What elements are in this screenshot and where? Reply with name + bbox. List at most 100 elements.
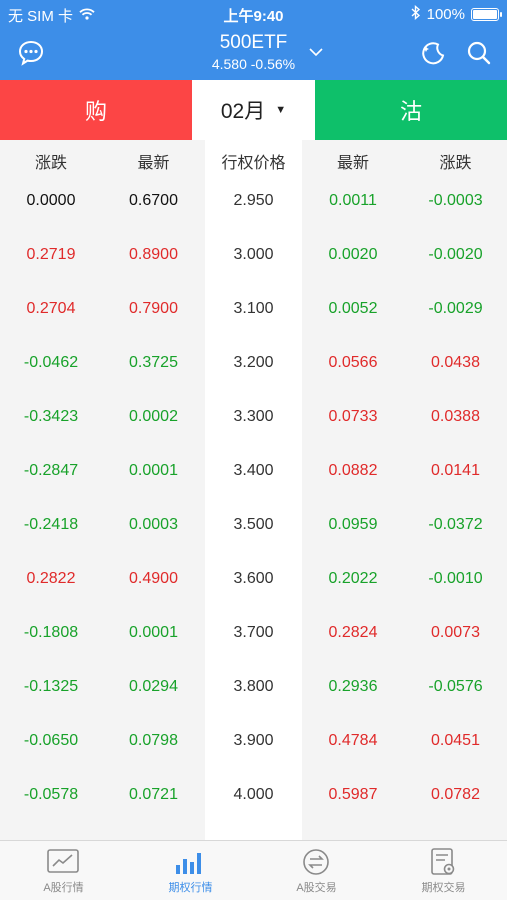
table-row[interactable]: -0.0650 0.0798 3.900 0.4784 0.0451: [0, 716, 507, 770]
call-change-cell: -0.0578: [23, 786, 79, 803]
table-row[interactable]: -0.3423 0.0002 3.300 0.0733 0.0388: [0, 392, 507, 446]
put-change-cell: -0.0029: [428, 300, 483, 317]
bar-chart-icon: [173, 847, 207, 877]
table-row[interactable]: -0.0462 0.3725 3.200 0.0566 0.0438: [0, 338, 507, 392]
strike-cell: 4.000: [233, 786, 274, 803]
put-last-cell: 0.0052: [328, 300, 378, 317]
call-last-cell: 0.7900: [129, 300, 178, 317]
table-row[interactable]: 0.0000 0.6700 2.950 0.0011 -0.0003: [0, 176, 507, 230]
call-last-cell: 0.6700: [129, 192, 178, 209]
tab-label: A股行情: [43, 882, 84, 894]
put-last-cell: 0.0959: [328, 516, 378, 533]
put-change-cell: -0.0003: [428, 192, 483, 209]
call-change-cell: -0.2418: [23, 516, 79, 533]
strike-cell: 3.000: [233, 246, 274, 263]
table-row[interactable]: -0.2847 0.0001 3.400 0.0882 0.0141: [0, 446, 507, 500]
put-change-cell: 0.0141: [431, 462, 480, 479]
strike-cell: 3.200: [233, 354, 274, 371]
strike-cell: 3.300: [233, 408, 274, 425]
strike-cell: 3.400: [233, 462, 274, 479]
header-strike: 行权价格: [221, 155, 286, 172]
put-last-cell: 0.4784: [328, 732, 378, 749]
month-selector[interactable]: 02月 ▼: [192, 80, 315, 140]
call-last-cell: 0.0294: [129, 678, 178, 695]
call-change-cell: -0.1808: [23, 624, 79, 641]
put-last-cell: 0.2022: [328, 570, 378, 587]
stock-chart-icon: [46, 847, 80, 877]
header-put-last: 最新: [336, 155, 369, 172]
header-call-change: 涨跌: [34, 155, 67, 172]
put-change-cell: -0.0372: [428, 516, 483, 533]
tab-option-trade[interactable]: 期权交易: [380, 841, 507, 900]
call-last-cell: 0.4900: [129, 570, 178, 587]
table-row[interactable]: -0.0578 0.0721 4.000 0.5987 0.0782: [0, 770, 507, 824]
put-last-cell: 0.2824: [328, 624, 378, 641]
call-change-cell: -0.0650: [23, 732, 79, 749]
table-row[interactable]: -0.2418 0.0003 3.500 0.0959 -0.0372: [0, 500, 507, 554]
header-call-last: 最新: [137, 155, 170, 172]
document-icon: [426, 847, 460, 877]
put-last-cell: 0.0733: [328, 408, 378, 425]
put-change-cell: 0.0438: [431, 354, 480, 371]
header-put-change: 涨跌: [439, 155, 472, 172]
call-last-cell: 0.0003: [129, 516, 178, 533]
table-row[interactable]: -0.1325 0.0294 3.800 0.2936 -0.0576: [0, 662, 507, 716]
table-row[interactable]: 0.2704 0.7900 3.100 0.0052 -0.0029: [0, 284, 507, 338]
chevron-down-icon[interactable]: [308, 44, 324, 62]
bottom-tab-bar: A股行情 期权行情 A股交易 期权交易: [0, 840, 507, 900]
tab-label: A股交易: [296, 882, 337, 894]
nav-title: 500ETF: [219, 32, 288, 53]
strike-cell: 3.900: [233, 732, 274, 749]
tab-label: 期权行情: [168, 882, 213, 894]
call-last-cell: 0.0002: [129, 408, 178, 425]
call-last-cell: 0.0001: [129, 462, 178, 479]
put-change-cell: 0.0451: [431, 732, 480, 749]
call-change-cell: -0.1325: [23, 678, 79, 695]
put-change-cell: -0.0020: [428, 246, 483, 263]
search-icon[interactable]: [464, 38, 494, 68]
tab-option-quotes[interactable]: 期权行情: [127, 841, 254, 900]
table-row[interactable]: 0.2719 0.8900 3.000 0.0020 -0.0020: [0, 230, 507, 284]
table-row[interactable]: 0.2822 0.4900 3.600 0.2022 -0.0010: [0, 554, 507, 608]
strike-cell: 3.700: [233, 624, 274, 641]
tab-a-share-quotes[interactable]: A股行情: [0, 841, 127, 900]
caret-down-icon: ▼: [275, 104, 287, 116]
call-change-cell: -0.3423: [23, 408, 79, 425]
month-label: 02月: [220, 100, 266, 123]
call-last-cell: 0.8900: [129, 246, 178, 263]
put-last-cell: 0.0882: [328, 462, 378, 479]
call-change-cell: 0.2822: [26, 570, 76, 587]
tab-label: 期权交易: [421, 882, 466, 894]
call-change-cell: 0.0000: [26, 192, 76, 209]
status-right: 100%: [411, 4, 502, 24]
table-row[interactable]: -0.1808 0.0001 3.700 0.2824 0.0073: [0, 608, 507, 662]
exchange-icon: [299, 847, 333, 877]
status-bar: 无 SIM 卡 上午9:40 100%: [0, 0, 507, 28]
strike-cell: 3.100: [233, 300, 274, 317]
call-last-cell: 0.3725: [129, 354, 178, 371]
call-change-cell: -0.2847: [23, 462, 79, 479]
tab-call[interactable]: 购: [0, 80, 192, 140]
put-change-cell: 0.0073: [431, 624, 480, 641]
put-last-cell: 0.2936: [328, 678, 378, 695]
tab-put[interactable]: 沽: [315, 80, 507, 140]
put-change-cell: -0.0576: [428, 678, 483, 695]
battery-icon: [471, 8, 502, 21]
tab-a-share-trade[interactable]: A股交易: [253, 841, 380, 900]
bluetooth-icon: [411, 4, 421, 24]
option-chain-table: 涨跌 最新 行权价格 最新 涨跌 0.0000 0.6700 2.950 0.0011…: [0, 140, 507, 840]
strike-cell: 3.600: [233, 570, 274, 587]
night-mode-icon[interactable]: [418, 38, 448, 68]
call-last-cell: 0.0001: [129, 624, 178, 641]
strike-cell: 3.800: [233, 678, 274, 695]
call-change-cell: -0.0462: [23, 354, 79, 371]
option-type-tabs: 购 02月 ▼ 沽: [0, 80, 507, 140]
put-last-cell: 0.5987: [328, 786, 378, 803]
call-last-cell: 0.0721: [129, 786, 178, 803]
battery-percent: 100%: [426, 6, 465, 23]
strike-cell: 2.950: [233, 192, 274, 209]
nav-bar: 500ETF 4.580 -0.56%: [0, 28, 507, 80]
strike-cell: 3.500: [233, 516, 274, 533]
call-change-cell: 0.2704: [26, 300, 76, 317]
put-change-cell: 0.0388: [431, 408, 480, 425]
